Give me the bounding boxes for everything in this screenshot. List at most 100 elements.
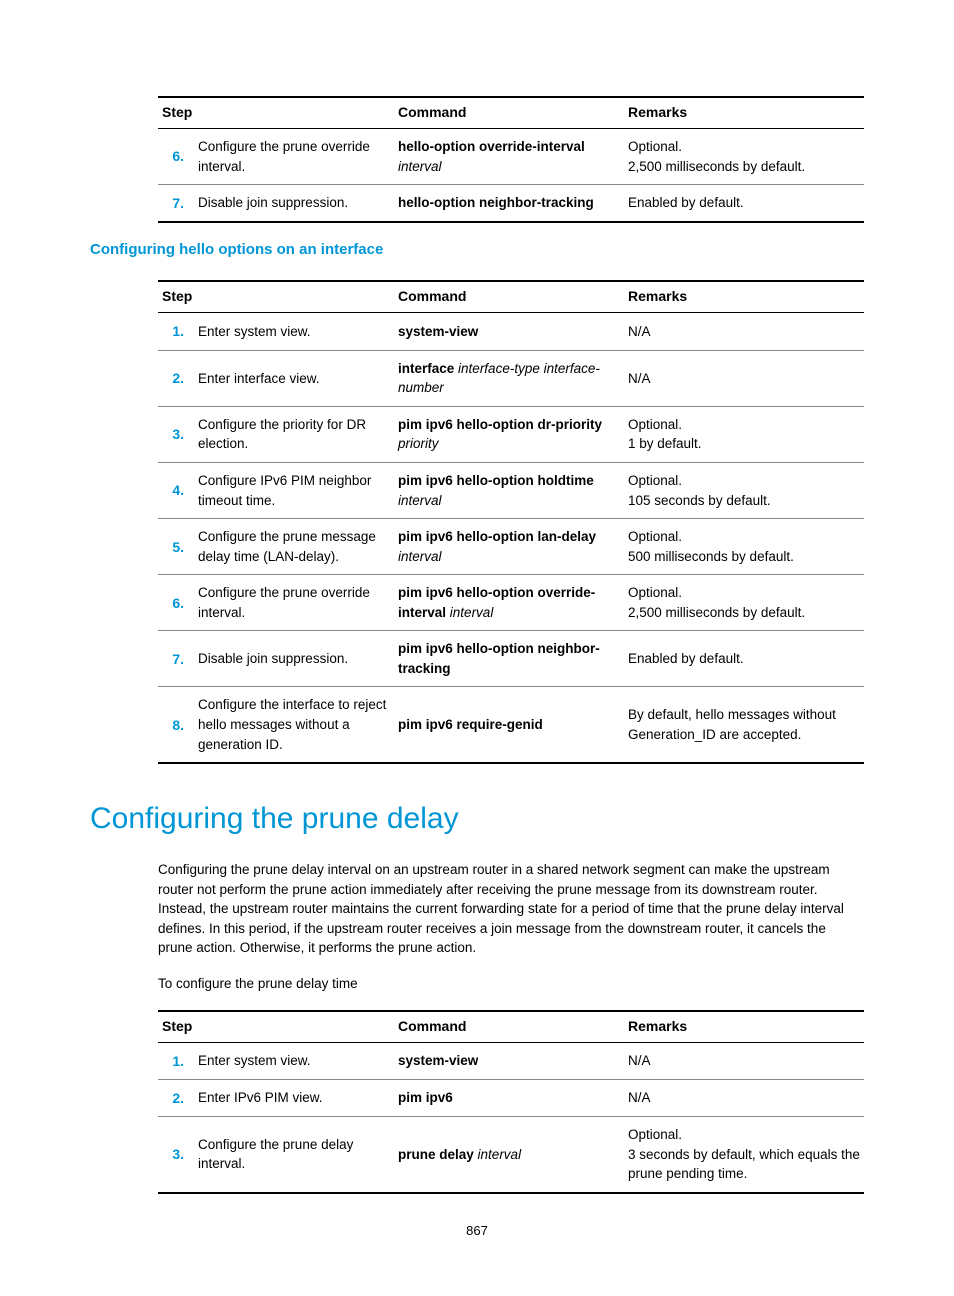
step-command: pim ipv6 hello-option lan-delay interval (394, 519, 624, 575)
step-number: 3. (158, 406, 194, 462)
remark-line: By default, hello messages without Gener… (628, 705, 860, 744)
step-command: pim ipv6 hello-option neighbor-tracking (394, 631, 624, 687)
step-number: 1. (158, 313, 194, 350)
cmd-bold: pim ipv6 hello-option override-interval (398, 585, 595, 620)
cmd-bold: pim ipv6 hello-option neighbor-tracking (398, 641, 600, 676)
step-command: pim ipv6 hello-option override-interval … (394, 575, 624, 631)
remark-line: 500 milliseconds by default. (628, 547, 860, 567)
step-command: hello-option override-interval interval (394, 129, 624, 185)
step-desc: Configure the prune override interval. (194, 575, 394, 631)
step-number: 7. (158, 631, 194, 687)
step-desc: Configure the prune message delay time (… (194, 519, 394, 575)
paragraph: To configure the prune delay time (90, 974, 864, 994)
table-hello-global-cont: Step Command Remarks 6. Configure the pr… (158, 96, 864, 223)
paragraph: Configuring the prune delay interval on … (90, 860, 864, 958)
table-row: 3. Configure the priority for DR electio… (158, 406, 864, 462)
table-row: 2. Enter IPv6 PIM view. pim ipv6 N/A (158, 1079, 864, 1116)
remark-line: Enabled by default. (628, 193, 860, 213)
table-row: 6. Configure the prune override interval… (158, 575, 864, 631)
step-remarks: Optional. 2,500 milliseconds by default. (624, 129, 864, 185)
table-row: 7. Disable join suppression. hello-optio… (158, 185, 864, 223)
step-command: pim ipv6 (394, 1079, 624, 1116)
cmd-ital: interval (398, 549, 442, 564)
step-remarks: Optional.105 seconds by default. (624, 462, 864, 518)
cmd-ital: interval (450, 605, 494, 620)
step-command: pim ipv6 hello-option dr-priority priori… (394, 406, 624, 462)
cmd-ital: interval (398, 159, 442, 174)
table-row: 2. Enter interface view. interface inter… (158, 350, 864, 406)
step-number: 8. (158, 687, 194, 763)
step-number: 5. (158, 519, 194, 575)
cmd-bold: hello-option neighbor-tracking (398, 195, 594, 210)
cmd-bold: pim ipv6 (398, 1090, 453, 1105)
table-row: 6. Configure the prune override interval… (158, 129, 864, 185)
step-command: hello-option neighbor-tracking (394, 185, 624, 223)
cmd-bold: pim ipv6 hello-option holdtime (398, 473, 594, 488)
th-remarks: Remarks (624, 1011, 864, 1043)
remark-line: Enabled by default. (628, 649, 860, 669)
remark-line: Optional. (628, 137, 860, 157)
cmd-bold: prune delay (398, 1147, 474, 1162)
table-row: 3. Configure the prune delay interval. p… (158, 1117, 864, 1193)
table-row: 4. Configure IPv6 PIM neighbor timeout t… (158, 462, 864, 518)
th-command: Command (394, 1011, 624, 1043)
subheading-interface: Configuring hello options on an interfac… (90, 241, 864, 258)
cmd-bold: pim ipv6 require-genid (398, 717, 543, 732)
step-remarks: N/A (624, 1079, 864, 1116)
remark-line: 2,500 milliseconds by default. (628, 603, 860, 623)
cmd-ital: interval (398, 493, 442, 508)
th-remarks: Remarks (624, 97, 864, 129)
step-desc: Disable join suppression. (194, 631, 394, 687)
step-remarks: N/A (624, 350, 864, 406)
step-command: pim ipv6 hello-option holdtime interval (394, 462, 624, 518)
remark-line: 1 by default. (628, 434, 860, 454)
step-desc: Configure IPv6 PIM neighbor timeout time… (194, 462, 394, 518)
th-remarks: Remarks (624, 281, 864, 313)
remark-line: 2,500 milliseconds by default. (628, 157, 860, 177)
cmd-bold: interface (398, 361, 454, 376)
remark-line: Optional. (628, 527, 860, 547)
step-number: 4. (158, 462, 194, 518)
remark-line: 105 seconds by default. (628, 491, 860, 511)
table-row: 1. Enter system view. system-view N/A (158, 1042, 864, 1079)
th-step: Step (158, 1011, 394, 1043)
step-command: system-view (394, 313, 624, 350)
table-row: 8. Configure the interface to reject hel… (158, 687, 864, 763)
step-command: system-view (394, 1042, 624, 1079)
table-row: 1. Enter system view. system-view N/A (158, 313, 864, 350)
page-number: 867 (0, 1223, 954, 1238)
step-remarks: Optional.2,500 milliseconds by default. (624, 575, 864, 631)
step-command: pim ipv6 require-genid (394, 687, 624, 763)
step-desc: Configure the priority for DR election. (194, 406, 394, 462)
cmd-bold: system-view (398, 324, 478, 339)
step-remarks: Optional.500 milliseconds by default. (624, 519, 864, 575)
remark-line: Optional. (628, 583, 860, 603)
step-remarks: By default, hello messages without Gener… (624, 687, 864, 763)
step-remarks: Optional.3 seconds by default, which equ… (624, 1117, 864, 1193)
step-desc: Disable join suppression. (194, 185, 394, 223)
remark-line: 3 seconds by default, which equals the p… (628, 1145, 860, 1184)
th-command: Command (394, 281, 624, 313)
step-desc: Enter system view. (194, 1042, 394, 1079)
remark-line: Optional. (628, 1125, 860, 1145)
step-number: 1. (158, 1042, 194, 1079)
th-command: Command (394, 97, 624, 129)
cmd-ital: priority (398, 436, 439, 451)
table-prune-delay: Step Command Remarks 1. Enter system vie… (158, 1010, 864, 1194)
step-number: 2. (158, 1079, 194, 1116)
step-desc: Configure the prune override interval. (194, 129, 394, 185)
cmd-bold: pim ipv6 hello-option lan-delay (398, 529, 596, 544)
step-remarks: N/A (624, 1042, 864, 1079)
step-number: 7. (158, 185, 194, 223)
th-step: Step (158, 97, 394, 129)
step-number: 3. (158, 1117, 194, 1193)
step-desc: Enter interface view. (194, 350, 394, 406)
step-number: 6. (158, 575, 194, 631)
cmd-bold: hello-option override-interval (398, 139, 585, 154)
table-row: 5. Configure the prune message delay tim… (158, 519, 864, 575)
step-remarks: Optional.1 by default. (624, 406, 864, 462)
step-desc: Configure the interface to reject hello … (194, 687, 394, 763)
step-remarks: Enabled by default. (624, 185, 864, 223)
cmd-bold: pim ipv6 hello-option dr-priority (398, 417, 602, 432)
cmd-ital: interval (478, 1147, 522, 1162)
